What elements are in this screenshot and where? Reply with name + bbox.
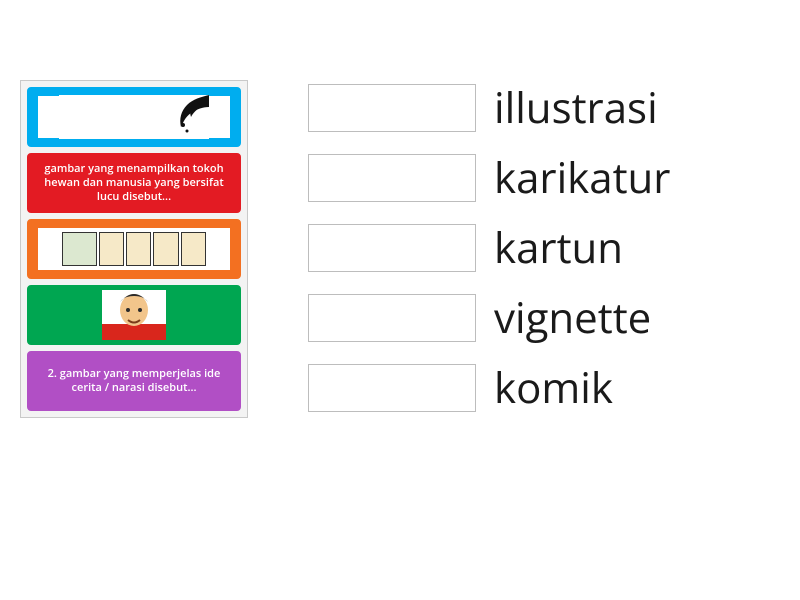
card-komik-image (38, 228, 230, 270)
answer-row-karikatur: karikatur (308, 154, 670, 202)
answer-row-vignette: vignette (308, 294, 670, 342)
card-karikatur[interactable] (27, 285, 241, 345)
answer-label-illustrasi: illustrasi (494, 87, 658, 129)
answer-row-komik: komik (308, 364, 670, 412)
drop-slot-vignette[interactable] (308, 294, 476, 342)
card-vignette[interactable] (27, 87, 241, 147)
matching-activity: gambar yang menampilkan tokoh hewan dan … (20, 80, 780, 560)
answer-label-kartun: kartun (494, 227, 623, 269)
answer-label-karikatur: karikatur (494, 157, 670, 199)
drop-slot-komik[interactable] (308, 364, 476, 412)
comic-thumb-icon (59, 229, 209, 269)
answer-row-kartun: kartun (308, 224, 670, 272)
card-vignette-image (38, 96, 230, 138)
caricature-thumb-icon (102, 290, 166, 340)
card-ilustrasi[interactable]: 2. gambar yang memperjelas ide cerita / … (27, 351, 241, 411)
card-kartun[interactable]: gambar yang menampilkan tokoh hewan dan … (27, 153, 241, 213)
answer-label-komik: komik (494, 367, 613, 409)
drop-slot-illustrasi[interactable] (308, 84, 476, 132)
vignette-thumb-icon (59, 95, 209, 139)
card-ilustrasi-text: 2. gambar yang memperjelas ide cerita / … (38, 367, 230, 395)
drop-slot-karikatur[interactable] (308, 154, 476, 202)
drop-slot-kartun[interactable] (308, 224, 476, 272)
answer-row-illustrasi: illustrasi (308, 84, 670, 132)
card-kartun-text: gambar yang menampilkan tokoh hewan dan … (38, 162, 230, 203)
answers-column: illustrasi karikatur kartun vignette kom… (308, 84, 670, 412)
answer-label-vignette: vignette (494, 297, 651, 339)
card-komik[interactable] (27, 219, 241, 279)
source-panel: gambar yang menampilkan tokoh hewan dan … (20, 80, 248, 418)
